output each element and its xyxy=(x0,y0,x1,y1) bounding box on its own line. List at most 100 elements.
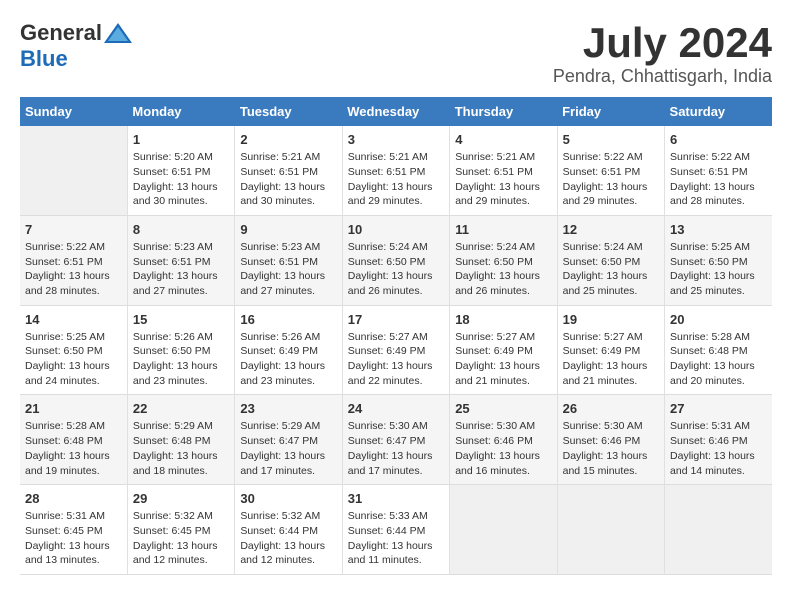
day-number: 13 xyxy=(670,222,767,237)
day-cell: 3 Sunrise: 5:21 AM Sunset: 6:51 PM Dayli… xyxy=(342,126,449,215)
day-number: 7 xyxy=(25,222,122,237)
day-number: 17 xyxy=(348,312,444,327)
title-area: July 2024 Pendra, Chhattisgarh, India xyxy=(553,20,772,87)
week-row-4: 21 Sunrise: 5:28 AM Sunset: 6:48 PM Dayl… xyxy=(20,395,772,485)
day-info: Sunrise: 5:21 AM Sunset: 6:51 PM Dayligh… xyxy=(455,150,551,209)
day-number: 27 xyxy=(670,401,767,416)
logo: General Blue xyxy=(20,20,132,72)
day-cell: 29 Sunrise: 5:32 AM Sunset: 6:45 PM Dayl… xyxy=(127,485,234,575)
header-thursday: Thursday xyxy=(450,97,557,126)
day-cell: 9 Sunrise: 5:23 AM Sunset: 6:51 PM Dayli… xyxy=(235,215,342,305)
location-subtitle: Pendra, Chhattisgarh, India xyxy=(553,66,772,87)
day-info: Sunrise: 5:23 AM Sunset: 6:51 PM Dayligh… xyxy=(133,240,229,299)
day-info: Sunrise: 5:27 AM Sunset: 6:49 PM Dayligh… xyxy=(455,330,551,389)
day-number: 4 xyxy=(455,132,551,147)
calendar-table: SundayMondayTuesdayWednesdayThursdayFrid… xyxy=(20,97,772,575)
day-number: 18 xyxy=(455,312,551,327)
week-row-2: 7 Sunrise: 5:22 AM Sunset: 6:51 PM Dayli… xyxy=(20,215,772,305)
day-cell: 6 Sunrise: 5:22 AM Sunset: 6:51 PM Dayli… xyxy=(665,126,772,215)
day-info: Sunrise: 5:20 AM Sunset: 6:51 PM Dayligh… xyxy=(133,150,229,209)
day-number: 28 xyxy=(25,491,122,506)
day-number: 14 xyxy=(25,312,122,327)
day-number: 6 xyxy=(670,132,767,147)
week-row-3: 14 Sunrise: 5:25 AM Sunset: 6:50 PM Dayl… xyxy=(20,305,772,395)
day-number: 31 xyxy=(348,491,444,506)
day-info: Sunrise: 5:31 AM Sunset: 6:45 PM Dayligh… xyxy=(25,509,122,568)
day-number: 19 xyxy=(563,312,659,327)
logo-blue-text: Blue xyxy=(20,46,68,72)
day-cell: 19 Sunrise: 5:27 AM Sunset: 6:49 PM Dayl… xyxy=(557,305,664,395)
day-info: Sunrise: 5:28 AM Sunset: 6:48 PM Dayligh… xyxy=(25,419,122,478)
day-number: 16 xyxy=(240,312,336,327)
day-number: 23 xyxy=(240,401,336,416)
day-cell: 2 Sunrise: 5:21 AM Sunset: 6:51 PM Dayli… xyxy=(235,126,342,215)
day-number: 15 xyxy=(133,312,229,327)
day-info: Sunrise: 5:27 AM Sunset: 6:49 PM Dayligh… xyxy=(348,330,444,389)
day-info: Sunrise: 5:25 AM Sunset: 6:50 PM Dayligh… xyxy=(670,240,767,299)
day-cell: 24 Sunrise: 5:30 AM Sunset: 6:47 PM Dayl… xyxy=(342,395,449,485)
day-number: 25 xyxy=(455,401,551,416)
day-cell xyxy=(557,485,664,575)
day-info: Sunrise: 5:30 AM Sunset: 6:46 PM Dayligh… xyxy=(455,419,551,478)
day-number: 26 xyxy=(563,401,659,416)
day-info: Sunrise: 5:30 AM Sunset: 6:46 PM Dayligh… xyxy=(563,419,659,478)
day-info: Sunrise: 5:32 AM Sunset: 6:44 PM Dayligh… xyxy=(240,509,336,568)
day-cell: 30 Sunrise: 5:32 AM Sunset: 6:44 PM Dayl… xyxy=(235,485,342,575)
day-number: 12 xyxy=(563,222,659,237)
day-info: Sunrise: 5:32 AM Sunset: 6:45 PM Dayligh… xyxy=(133,509,229,568)
day-cell: 1 Sunrise: 5:20 AM Sunset: 6:51 PM Dayli… xyxy=(127,126,234,215)
day-cell: 8 Sunrise: 5:23 AM Sunset: 6:51 PM Dayli… xyxy=(127,215,234,305)
day-info: Sunrise: 5:23 AM Sunset: 6:51 PM Dayligh… xyxy=(240,240,336,299)
day-number: 20 xyxy=(670,312,767,327)
header-wednesday: Wednesday xyxy=(342,97,449,126)
day-number: 22 xyxy=(133,401,229,416)
day-info: Sunrise: 5:22 AM Sunset: 6:51 PM Dayligh… xyxy=(563,150,659,209)
day-info: Sunrise: 5:22 AM Sunset: 6:51 PM Dayligh… xyxy=(670,150,767,209)
week-row-1: 1 Sunrise: 5:20 AM Sunset: 6:51 PM Dayli… xyxy=(20,126,772,215)
day-number: 24 xyxy=(348,401,444,416)
day-cell: 26 Sunrise: 5:30 AM Sunset: 6:46 PM Dayl… xyxy=(557,395,664,485)
day-cell: 15 Sunrise: 5:26 AM Sunset: 6:50 PM Dayl… xyxy=(127,305,234,395)
day-cell: 22 Sunrise: 5:29 AM Sunset: 6:48 PM Dayl… xyxy=(127,395,234,485)
day-info: Sunrise: 5:21 AM Sunset: 6:51 PM Dayligh… xyxy=(240,150,336,209)
day-cell: 27 Sunrise: 5:31 AM Sunset: 6:46 PM Dayl… xyxy=(665,395,772,485)
day-info: Sunrise: 5:26 AM Sunset: 6:50 PM Dayligh… xyxy=(133,330,229,389)
day-info: Sunrise: 5:25 AM Sunset: 6:50 PM Dayligh… xyxy=(25,330,122,389)
day-number: 11 xyxy=(455,222,551,237)
day-number: 1 xyxy=(133,132,229,147)
day-cell: 18 Sunrise: 5:27 AM Sunset: 6:49 PM Dayl… xyxy=(450,305,557,395)
day-cell: 11 Sunrise: 5:24 AM Sunset: 6:50 PM Dayl… xyxy=(450,215,557,305)
day-cell xyxy=(665,485,772,575)
week-row-5: 28 Sunrise: 5:31 AM Sunset: 6:45 PM Dayl… xyxy=(20,485,772,575)
day-info: Sunrise: 5:28 AM Sunset: 6:48 PM Dayligh… xyxy=(670,330,767,389)
day-info: Sunrise: 5:22 AM Sunset: 6:51 PM Dayligh… xyxy=(25,240,122,299)
header-saturday: Saturday xyxy=(665,97,772,126)
header-monday: Monday xyxy=(127,97,234,126)
header-friday: Friday xyxy=(557,97,664,126)
day-info: Sunrise: 5:24 AM Sunset: 6:50 PM Dayligh… xyxy=(348,240,444,299)
day-info: Sunrise: 5:30 AM Sunset: 6:47 PM Dayligh… xyxy=(348,419,444,478)
day-cell: 23 Sunrise: 5:29 AM Sunset: 6:47 PM Dayl… xyxy=(235,395,342,485)
day-cell: 28 Sunrise: 5:31 AM Sunset: 6:45 PM Dayl… xyxy=(20,485,127,575)
day-number: 21 xyxy=(25,401,122,416)
day-info: Sunrise: 5:26 AM Sunset: 6:49 PM Dayligh… xyxy=(240,330,336,389)
day-cell: 13 Sunrise: 5:25 AM Sunset: 6:50 PM Dayl… xyxy=(665,215,772,305)
day-info: Sunrise: 5:24 AM Sunset: 6:50 PM Dayligh… xyxy=(563,240,659,299)
day-number: 2 xyxy=(240,132,336,147)
logo-general-text: General xyxy=(20,20,102,46)
header-tuesday: Tuesday xyxy=(235,97,342,126)
day-cell xyxy=(450,485,557,575)
day-info: Sunrise: 5:29 AM Sunset: 6:47 PM Dayligh… xyxy=(240,419,336,478)
day-cell: 20 Sunrise: 5:28 AM Sunset: 6:48 PM Dayl… xyxy=(665,305,772,395)
header-sunday: Sunday xyxy=(20,97,127,126)
day-number: 29 xyxy=(133,491,229,506)
day-cell: 5 Sunrise: 5:22 AM Sunset: 6:51 PM Dayli… xyxy=(557,126,664,215)
day-cell: 4 Sunrise: 5:21 AM Sunset: 6:51 PM Dayli… xyxy=(450,126,557,215)
day-info: Sunrise: 5:24 AM Sunset: 6:50 PM Dayligh… xyxy=(455,240,551,299)
logo-icon xyxy=(104,23,132,43)
day-cell: 16 Sunrise: 5:26 AM Sunset: 6:49 PM Dayl… xyxy=(235,305,342,395)
day-number: 3 xyxy=(348,132,444,147)
day-cell: 17 Sunrise: 5:27 AM Sunset: 6:49 PM Dayl… xyxy=(342,305,449,395)
day-cell: 31 Sunrise: 5:33 AM Sunset: 6:44 PM Dayl… xyxy=(342,485,449,575)
day-number: 10 xyxy=(348,222,444,237)
